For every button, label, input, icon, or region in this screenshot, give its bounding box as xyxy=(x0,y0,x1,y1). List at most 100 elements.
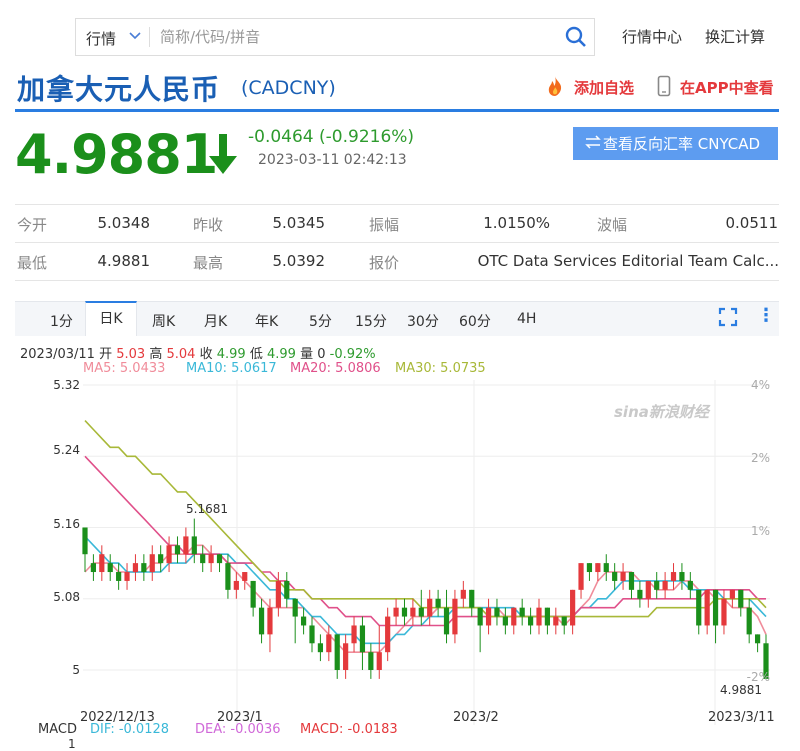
candle-body xyxy=(351,625,357,644)
symbol-code: (CADCNY) xyxy=(241,77,336,99)
candle-body xyxy=(603,563,609,573)
macd-dif: DIF: -0.0128 xyxy=(90,722,170,737)
candle-body xyxy=(696,589,702,626)
stats-row-divider xyxy=(15,242,779,243)
quote-time: 2023-03-11 02:42:13 xyxy=(258,152,407,168)
candle-body xyxy=(376,652,382,670)
candlestick-chart[interactable] xyxy=(0,375,800,750)
y-tick-label: 5.24 xyxy=(53,443,80,457)
last-price-marker-label: 4.9881 xyxy=(720,683,762,697)
view-in-app-button[interactable]: 在APP中查看 xyxy=(680,77,774,98)
tab-monthly-k[interactable]: 月K xyxy=(204,311,227,331)
y-right-tick-label: 1% xyxy=(750,524,770,538)
candle-body xyxy=(258,607,265,635)
reverse-rate-button[interactable]: 查看反向汇率 CNYCAD xyxy=(573,127,778,160)
x-tick-label: 2023/2 xyxy=(453,710,499,725)
search-input[interactable] xyxy=(160,25,540,49)
tab-daily-k[interactable]: 日K xyxy=(85,301,137,336)
candle-body xyxy=(443,607,450,635)
stat-open-value: 5.0348 xyxy=(97,214,151,232)
candle-body xyxy=(343,643,349,670)
candle-body xyxy=(553,616,559,626)
stat-high-value: 5.0392 xyxy=(272,252,326,270)
candle-body xyxy=(586,563,593,573)
more-options-icon[interactable]: ⋮ xyxy=(757,305,775,326)
market-center-link[interactable]: 行情中心 xyxy=(622,26,682,47)
sina-watermark: sina新浪财经 xyxy=(614,403,709,421)
candle-body xyxy=(216,554,223,564)
candle-body xyxy=(511,607,517,626)
tab-5min[interactable]: 5分 xyxy=(309,311,332,331)
stat-amplitude-label: 振幅 xyxy=(369,216,400,234)
candle-body xyxy=(654,580,660,590)
candle-body xyxy=(578,563,584,590)
add-watchlist-button[interactable]: 添加自选 xyxy=(574,77,634,98)
ma10-label: MA10: 5.0617 xyxy=(186,361,277,376)
candle-body xyxy=(460,589,466,599)
chevron-down-icon[interactable] xyxy=(128,25,142,49)
macd-value: MACD: -0.0183 xyxy=(300,722,398,737)
candle-body xyxy=(754,634,761,644)
candle-body xyxy=(494,607,500,617)
tab-1min[interactable]: 1分 xyxy=(50,311,73,331)
tab-60min[interactable]: 60分 xyxy=(459,311,491,331)
candle-body xyxy=(292,598,298,617)
y-tick-label: 5.16 xyxy=(53,517,80,531)
macd-axis-label: 1 xyxy=(68,737,76,751)
candle-body xyxy=(284,580,290,599)
candle-body xyxy=(721,598,727,626)
info-open: 5.03 xyxy=(116,347,146,362)
candle-body xyxy=(746,607,752,635)
candle-body xyxy=(309,625,315,644)
tab-30min[interactable]: 30分 xyxy=(407,311,439,331)
candle-body xyxy=(435,598,441,608)
candle-body xyxy=(107,563,113,573)
tab-4h[interactable]: 4H xyxy=(517,311,536,327)
info-close-label: 收 xyxy=(199,347,213,362)
candle-body xyxy=(687,580,693,590)
tab-yearly-k[interactable]: 年K xyxy=(255,311,278,331)
candle-body xyxy=(300,616,307,626)
ma20-label: MA20: 5.0806 xyxy=(290,361,381,376)
candle-body xyxy=(250,580,256,608)
stat-low-value: 4.9881 xyxy=(97,252,151,270)
tab-weekly-k[interactable]: 周K xyxy=(152,311,175,331)
fullscreen-icon[interactable] xyxy=(717,306,739,328)
candle-body xyxy=(729,589,735,599)
y-right-tick-label: 4% xyxy=(750,378,770,392)
candle-body xyxy=(141,563,147,573)
stats-bottom-border xyxy=(15,280,779,281)
candle-body xyxy=(595,563,601,573)
tab-15min[interactable]: 15分 xyxy=(355,311,387,331)
fire-icon[interactable] xyxy=(543,75,567,101)
candle-body xyxy=(334,634,340,670)
candle-body xyxy=(401,607,408,617)
y-right-tick-label: 2% xyxy=(750,451,770,465)
candle-body xyxy=(477,607,483,626)
down-arrow-icon xyxy=(205,132,241,180)
candle-body xyxy=(645,580,651,599)
candle-body xyxy=(679,572,685,581)
info-vol-label: 量 xyxy=(300,347,314,362)
search-type-select[interactable]: 行情 xyxy=(86,28,116,49)
phone-icon[interactable] xyxy=(657,75,671,101)
candle-body xyxy=(712,589,719,626)
candle-body xyxy=(90,563,97,573)
candle-body xyxy=(561,616,567,626)
exchange-calculator-link[interactable]: 换汇计算 xyxy=(705,26,765,47)
candle-body xyxy=(233,580,239,590)
macd-label: MACD xyxy=(38,722,77,737)
ma30-label: MA30: 5.0735 xyxy=(395,361,486,376)
stats-top-border xyxy=(15,204,779,205)
candle-body xyxy=(242,572,248,581)
candle-body xyxy=(637,589,643,599)
candle-body xyxy=(410,607,416,617)
candle-body xyxy=(704,589,710,626)
candle-body xyxy=(536,607,542,626)
candle-body xyxy=(275,580,281,608)
search-icon[interactable] xyxy=(564,25,588,49)
candle-body xyxy=(628,572,635,590)
candle-body xyxy=(519,607,525,617)
info-low: 4.99 xyxy=(266,347,296,362)
candle-body xyxy=(544,607,551,626)
